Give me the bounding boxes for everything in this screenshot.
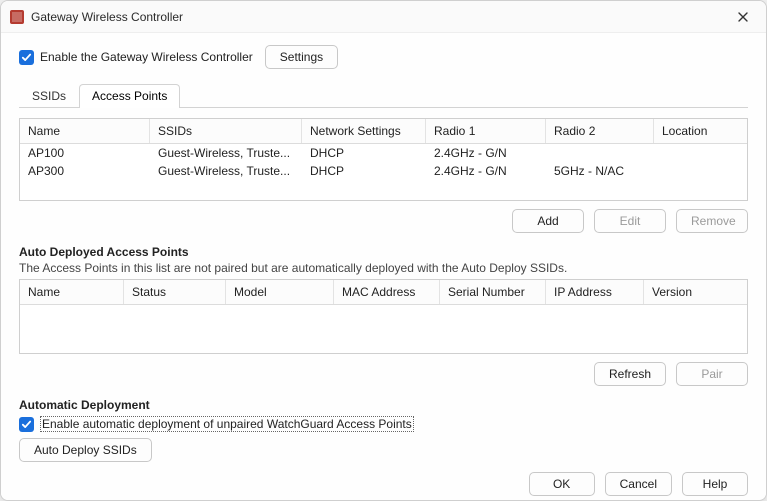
dialog-window: Gateway Wireless Controller Enable the G… xyxy=(0,0,767,501)
auto-deploy-ssids-row: Auto Deploy SSIDs xyxy=(19,438,748,462)
ap-table-header: Name SSIDs Network Settings Radio 1 Radi… xyxy=(20,119,747,144)
col-status[interactable]: Status xyxy=(124,280,226,304)
window-title: Gateway Wireless Controller xyxy=(31,10,728,24)
cell-location xyxy=(654,162,747,180)
tab-bar: SSIDs Access Points xyxy=(19,83,748,108)
cell-radio1: 2.4GHz - G/N xyxy=(426,144,546,162)
remove-button[interactable]: Remove xyxy=(676,209,748,233)
table-row[interactable]: AP300 Guest-Wireless, Truste... DHCP 2.4… xyxy=(20,162,747,180)
enable-controller-label: Enable the Gateway Wireless Controller xyxy=(40,50,253,64)
title-bar: Gateway Wireless Controller xyxy=(1,1,766,33)
ap-buttons-row: Add Edit Remove xyxy=(19,201,748,233)
cell-ssids: Guest-Wireless, Truste... xyxy=(150,144,302,162)
col-serial[interactable]: Serial Number xyxy=(440,280,546,304)
col-ip[interactable]: IP Address xyxy=(546,280,644,304)
pair-button[interactable]: Pair xyxy=(676,362,748,386)
cell-radio2: 5GHz - N/AC xyxy=(546,162,654,180)
cell-name: AP100 xyxy=(20,144,150,162)
refresh-button[interactable]: Refresh xyxy=(594,362,666,386)
help-button[interactable]: Help xyxy=(682,472,748,496)
col-radio1[interactable]: Radio 1 xyxy=(426,119,546,143)
auto-deployment-enable-row: Enable automatic deployment of unpaired … xyxy=(19,416,748,432)
auto-deployed-header: Name Status Model MAC Address Serial Num… xyxy=(20,280,747,305)
tab-ssids[interactable]: SSIDs xyxy=(19,84,79,108)
col-name[interactable]: Name xyxy=(20,119,150,143)
cell-name: AP300 xyxy=(20,162,150,180)
col-name[interactable]: Name xyxy=(20,280,124,304)
access-points-table[interactable]: Name SSIDs Network Settings Radio 1 Radi… xyxy=(19,118,748,201)
col-ssids[interactable]: SSIDs xyxy=(150,119,302,143)
cancel-button[interactable]: Cancel xyxy=(605,472,672,496)
app-icon xyxy=(9,9,25,25)
auto-deploy-ssids-button[interactable]: Auto Deploy SSIDs xyxy=(19,438,152,462)
auto-deployed-title: Auto Deployed Access Points xyxy=(19,245,748,259)
auto-deployed-body xyxy=(20,305,747,353)
enable-controller-checkbox[interactable] xyxy=(19,50,34,65)
add-button[interactable]: Add xyxy=(512,209,584,233)
tab-access-points[interactable]: Access Points xyxy=(79,84,180,108)
edit-button[interactable]: Edit xyxy=(594,209,666,233)
auto-deployment-checkbox[interactable] xyxy=(19,417,34,432)
cell-location xyxy=(654,144,747,162)
col-location[interactable]: Location xyxy=(654,119,747,143)
ap-table-body: AP100 Guest-Wireless, Truste... DHCP 2.4… xyxy=(20,144,747,200)
col-radio2[interactable]: Radio 2 xyxy=(546,119,654,143)
auto-deployed-subtitle: The Access Points in this list are not p… xyxy=(19,261,748,275)
cell-radio1: 2.4GHz - G/N xyxy=(426,162,546,180)
col-model[interactable]: Model xyxy=(226,280,334,304)
ok-button[interactable]: OK xyxy=(529,472,595,496)
auto-deployment-label: Enable automatic deployment of unpaired … xyxy=(40,416,414,432)
auto-deployed-table[interactable]: Name Status Model MAC Address Serial Num… xyxy=(19,279,748,354)
cell-net: DHCP xyxy=(302,144,426,162)
content-area: Enable the Gateway Wireless Controller S… xyxy=(1,33,766,462)
enable-controller-row: Enable the Gateway Wireless Controller S… xyxy=(19,45,748,69)
table-row[interactable]: AP100 Guest-Wireless, Truste... DHCP 2.4… xyxy=(20,144,747,162)
settings-button[interactable]: Settings xyxy=(265,45,338,69)
cell-ssids: Guest-Wireless, Truste... xyxy=(150,162,302,180)
close-icon xyxy=(738,9,748,25)
cell-radio2 xyxy=(546,144,654,162)
automatic-deployment-title: Automatic Deployment xyxy=(19,398,748,412)
col-mac[interactable]: MAC Address xyxy=(334,280,440,304)
close-button[interactable] xyxy=(728,6,758,28)
auto-deployed-buttons-row: Refresh Pair xyxy=(19,354,748,386)
cell-net: DHCP xyxy=(302,162,426,180)
col-version[interactable]: Version xyxy=(644,280,747,304)
col-network-settings[interactable]: Network Settings xyxy=(302,119,426,143)
dialog-footer: OK Cancel Help xyxy=(1,462,766,501)
